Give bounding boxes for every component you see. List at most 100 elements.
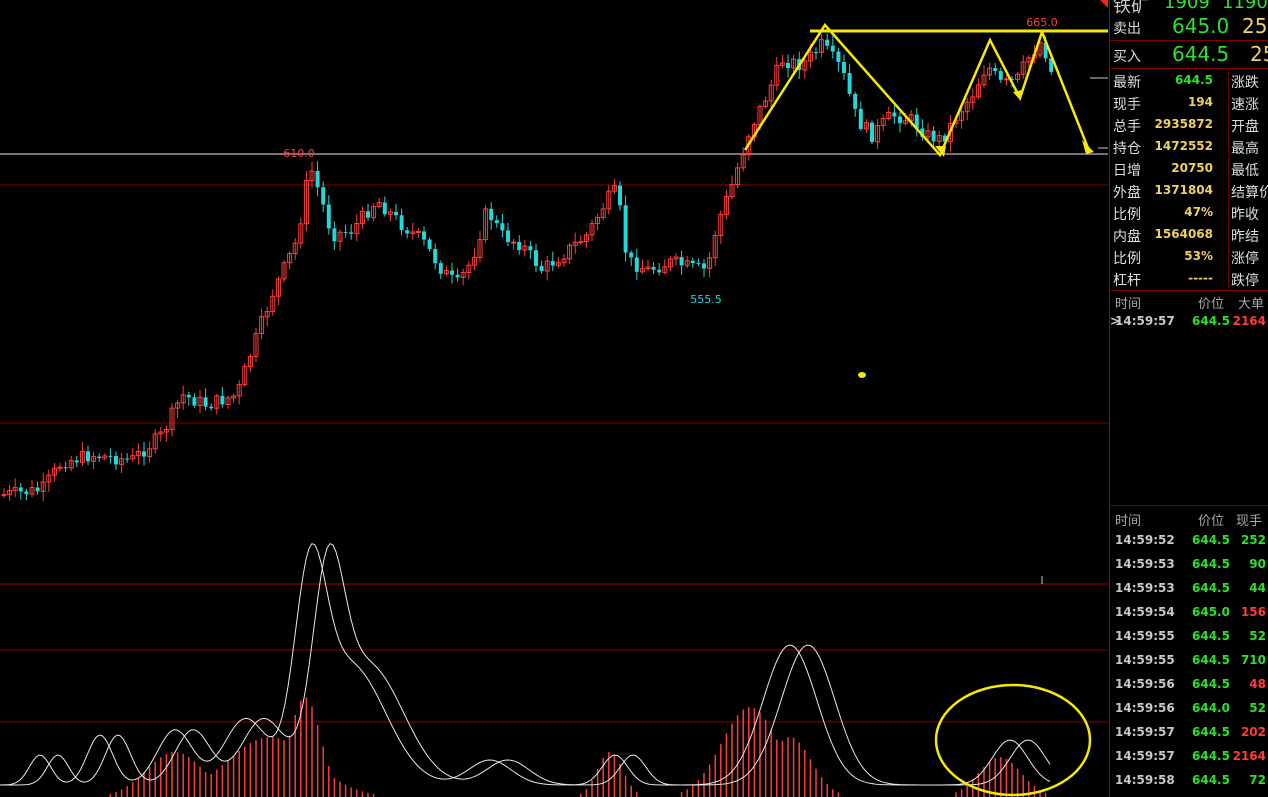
tick-row[interactable]: 14:59:52 644.5 252 [1110, 528, 1268, 552]
trend-annotations [743, 22, 1108, 797]
quote-row: 现手 194 速涨 [1110, 92, 1268, 113]
tick-volume: 44 [1249, 581, 1266, 595]
tick-price: 644.5 [1192, 677, 1230, 691]
quote-label2: 涨跌 [1231, 75, 1259, 91]
tick-row[interactable]: 14:59:55 644.5 710 [1110, 648, 1268, 672]
tick-row[interactable]: 14:59:57 644.5 2164 [1110, 744, 1268, 768]
quote-value: 47% [1184, 205, 1213, 219]
tick-col-price: 价位 [1198, 514, 1225, 529]
symbol-header: 铁矿 1909 1190 [1110, 0, 1268, 17]
tick-price: 644.5 [1192, 581, 1230, 595]
quote-label: 日增 [1113, 163, 1141, 179]
tick-price: 645.0 [1192, 605, 1230, 619]
quote-label2: 昨收 [1231, 207, 1259, 223]
buy-volume: 25 [1250, 42, 1268, 66]
tick-volume: 202 [1240, 725, 1266, 739]
tick-price: 644.5 [1192, 725, 1230, 739]
tick-price: 644.5 [1192, 557, 1230, 571]
tick-row[interactable]: 14:59:56 644.5 48 [1110, 672, 1268, 696]
tick-row[interactable]: 14:59:53 644.5 90 [1110, 552, 1268, 576]
quote-label: 比例 [1113, 251, 1141, 267]
quote-panel: 铁矿 1909 1190 卖出 645.0 256 买入 644.5 25 最新… [1109, 0, 1268, 797]
tick-header: 时间 价位 现手 [1110, 510, 1268, 530]
quote-label2: 涨停 [1231, 251, 1259, 267]
quote-label: 持仓 [1113, 141, 1141, 157]
buy-label: 买入 [1113, 49, 1141, 65]
tick-volume: 710 [1240, 653, 1266, 667]
tick-time: 14:59:54 [1115, 605, 1175, 619]
quote-row: 比例 47% 昨收 [1110, 202, 1268, 223]
tick-col-time: 时间 [1115, 514, 1142, 529]
tick-row[interactable]: 14:59:55 644.5 52 [1110, 624, 1268, 648]
quote-value: 1564068 [1154, 227, 1213, 241]
sell-volume: 256 [1242, 14, 1268, 38]
tick-time: 14:59:56 [1115, 701, 1175, 715]
symbol-code: 1909 [1164, 0, 1210, 13]
tick-volume: 52 [1249, 629, 1266, 643]
high-price-label: 665.0 [1026, 16, 1058, 29]
tick-row[interactable]: 14:59:53 644.5 44 [1110, 576, 1268, 600]
macd-indicator [0, 542, 1051, 797]
quote-row: 内盘 1564068 昨结 [1110, 224, 1268, 245]
bo-price: 644.5 [1192, 314, 1230, 328]
quote-label2: 速涨 [1231, 97, 1259, 113]
quote-label2: 跌停 [1231, 273, 1259, 289]
chart-grid [0, 0, 1108, 723]
quote-label2: 结算价 [1231, 185, 1268, 201]
bo-time: 14:59:57 [1115, 314, 1175, 328]
tick-row[interactable]: 14:59:58 644.5 72 [1110, 768, 1268, 792]
quote-label: 总手 [1113, 119, 1141, 135]
tick-row[interactable]: 14:59:56 644.0 52 [1110, 696, 1268, 720]
tick-volume: 72 [1249, 773, 1266, 787]
tick-time: 14:59:53 [1115, 557, 1175, 571]
quote-row: 比例 53% 涨停 [1110, 246, 1268, 267]
tick-time: 14:59:56 [1115, 677, 1175, 691]
sell-row: 卖出 645.0 256 [1110, 14, 1268, 40]
tick-price: 644.5 [1192, 629, 1230, 643]
quote-row: 持仓 1472552 最高 [1110, 136, 1268, 157]
candlestick-chart-area[interactable]: 665.0 610.0 555.5 [0, 0, 1108, 797]
quote-row: 外盘 1371804 结算价 [1110, 180, 1268, 201]
tick-price: 644.0 [1192, 701, 1230, 715]
tick-volume: 252 [1240, 533, 1266, 547]
quote-value: 20750 [1171, 161, 1213, 175]
quote-label: 内盘 [1113, 229, 1141, 245]
tick-price: 644.5 [1192, 533, 1230, 547]
quote-value: 1472552 [1154, 139, 1213, 153]
low-price-label: 555.5 [690, 293, 722, 306]
tick-time: 14:59:57 [1115, 725, 1175, 739]
quote-label: 现手 [1113, 97, 1141, 113]
quote-label2: 昨结 [1231, 229, 1259, 245]
tick-time: 14:59:53 [1115, 581, 1175, 595]
tick-row[interactable]: 14:59:54 645.0 156 [1110, 600, 1268, 624]
quote-label2: 最低 [1231, 163, 1259, 179]
sell-label: 卖出 [1113, 21, 1141, 37]
tick-time: 14:59:55 [1115, 653, 1175, 667]
tick-row[interactable]: 14:59:57 644.5 202 [1110, 720, 1268, 744]
kline-chart[interactable]: 665.0 610.0 555.5 [0, 0, 1108, 797]
tick-volume: 52 [1249, 701, 1266, 715]
tick-time: 14:59:52 [1115, 533, 1175, 547]
quote-label2: 最高 [1231, 141, 1259, 157]
quote-label: 外盘 [1113, 185, 1141, 201]
tick-volume: 156 [1240, 605, 1266, 619]
tick-col-vol: 现手 [1236, 514, 1263, 529]
quote-value: 53% [1184, 249, 1213, 263]
quote-value: 644.5 [1175, 73, 1213, 87]
quote-value: 194 [1187, 95, 1213, 109]
quote-row: 日增 20750 最低 [1110, 158, 1268, 179]
big-order-row[interactable]: > 14:59:57 644.5 2164 [1110, 309, 1268, 333]
bo-vol: 2164 [1232, 314, 1266, 328]
tick-volume: 90 [1249, 557, 1266, 571]
quote-value: 1371804 [1154, 183, 1213, 197]
quote-row: 杠杆 ----- 跌停 [1110, 268, 1268, 289]
mid-price-label: 610.0 [283, 147, 315, 160]
quote-label: 最新 [1113, 75, 1141, 91]
tick-price: 644.5 [1192, 773, 1230, 787]
tick-volume: 48 [1249, 677, 1266, 691]
tick-time: 14:59:55 [1115, 629, 1175, 643]
tick-price: 644.5 [1192, 653, 1230, 667]
tick-volume: 2164 [1232, 749, 1266, 763]
quote-value: ----- [1188, 271, 1213, 285]
quote-row: 总手 2935872 开盘 [1110, 114, 1268, 135]
